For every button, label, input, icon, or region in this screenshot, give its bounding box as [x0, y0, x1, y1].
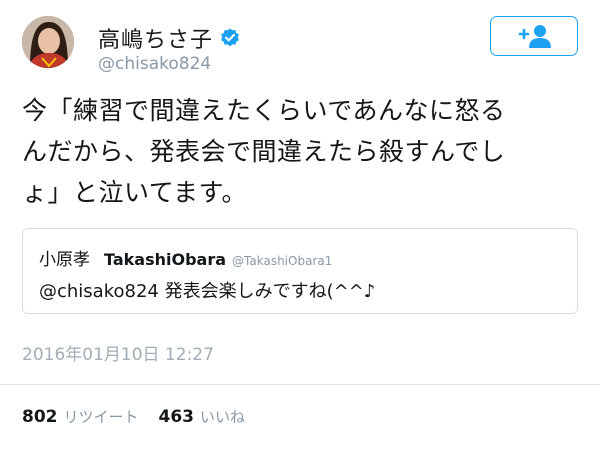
tweet-line: ょ」と泣いてます。 — [22, 178, 248, 207]
tweet-line: 今「練習で間違えたくらいであんなに怒る — [22, 96, 506, 125]
quoted-handle: @TakashiObara1 — [232, 254, 333, 268]
display-name[interactable]: 高嶋ちさ子 — [98, 22, 213, 54]
tweet-stats: 802 リツイート 463 いいね — [22, 406, 245, 427]
follow-button[interactable] — [490, 16, 578, 56]
quoted-tweet[interactable]: 小原孝 TakashiObara @TakashiObara1 @chisako… — [22, 228, 578, 314]
divider — [0, 384, 600, 385]
like-count[interactable]: 463 — [159, 407, 195, 427]
avatar-image — [22, 16, 74, 68]
like-label[interactable]: いいね — [200, 406, 245, 427]
tweet-line: んだから、発表会で間違えたら殺すんでし — [22, 137, 506, 166]
quoted-text: @chisako824 発表会楽しみですね(^^♪ — [39, 281, 376, 302]
user-handle[interactable]: @chisako824 — [98, 54, 211, 74]
quoted-display-name: 小原孝 — [39, 250, 90, 270]
add-user-icon — [518, 25, 551, 48]
retweet-count[interactable]: 802 — [22, 407, 58, 427]
avatar[interactable] — [22, 16, 74, 68]
retweet-label[interactable]: リツイート — [64, 406, 139, 427]
quoted-name-en: TakashiObara — [104, 250, 227, 269]
tweet-text: 今「練習で間違えたくらいであんなに怒る んだから、発表会で間違えたら殺すんでし … — [22, 90, 582, 213]
timestamp[interactable]: 2016年01月10日 12:27 — [22, 340, 214, 365]
tweet-header: 高嶋ちさ子 @chisako824 — [22, 16, 582, 76]
verified-badge-icon — [221, 28, 239, 47]
